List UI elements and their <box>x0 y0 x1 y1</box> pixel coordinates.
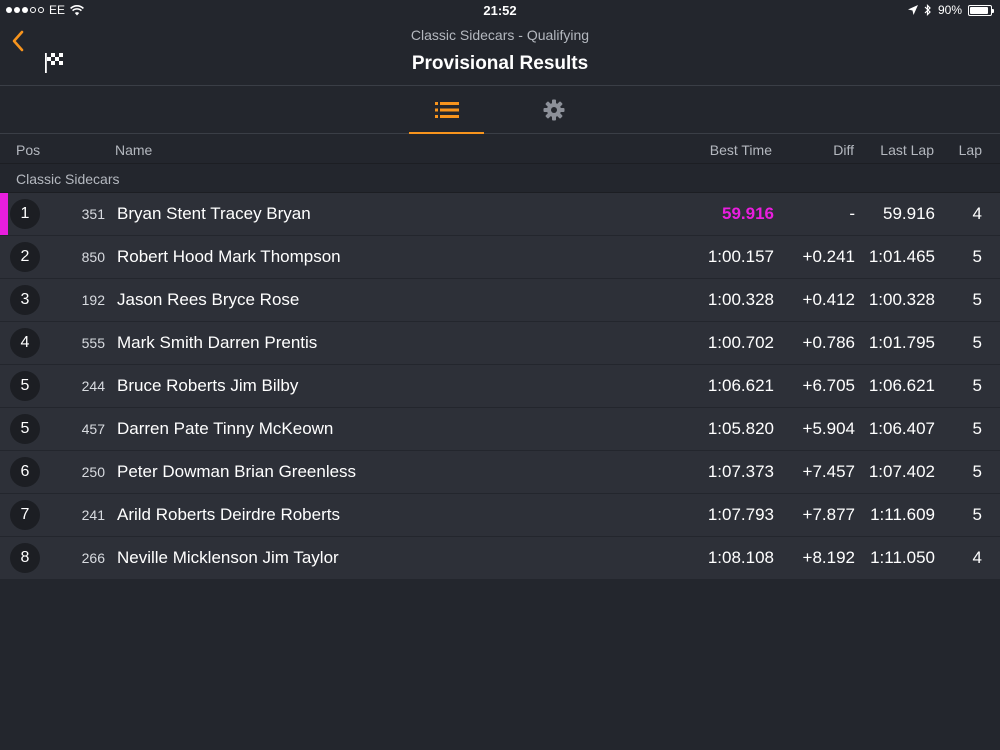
last-lap-time: 1:07.402 <box>868 462 935 481</box>
class-group-label: Classic Sidecars <box>16 171 120 187</box>
last-lap-time: 1:11.050 <box>870 548 935 567</box>
last-lap-time: 1:01.465 <box>868 247 935 266</box>
lap-count: 4 <box>972 204 982 223</box>
time-diff: +8.192 <box>802 548 855 567</box>
position-badge: 3 <box>10 285 40 315</box>
table-row[interactable]: 5 244 Bruce Roberts Jim Bilby 1:06.621 +6.70… <box>0 365 1000 408</box>
position-badge: 6 <box>10 457 40 487</box>
time-diff: +0.412 <box>802 290 855 309</box>
rider-names: Darren Pate Tinny McKeown <box>117 419 334 438</box>
location-arrow-icon <box>907 5 918 15</box>
rider-names: Neville Micklenson Jim Taylor <box>117 548 339 567</box>
last-lap-time: 59.916 <box>883 204 935 223</box>
class-group-header: Classic Sidecars <box>0 164 1000 193</box>
status-right: 90% <box>907 3 994 17</box>
table-row[interactable]: 3 192 Jason Rees Bryce Rose 1:00.328 +0.412 1… <box>0 279 1000 322</box>
last-lap-time: 1:06.621 <box>868 376 935 395</box>
best-time: 1:05.820 <box>707 419 774 438</box>
time-diff: +0.241 <box>802 247 855 266</box>
table-row[interactable]: 4 555 Mark Smith Darren Prentis 1:00.702 +0.… <box>0 322 1000 365</box>
list-icon <box>434 102 459 118</box>
time-diff: +0.786 <box>802 333 855 352</box>
header: Classic Sidecars - Qualifying Provisiona… <box>0 20 1000 86</box>
tab-settings[interactable] <box>516 86 591 134</box>
page-title: Provisional Results <box>411 53 589 74</box>
rider-names: Robert Hood Mark Thompson <box>117 247 341 266</box>
lap-count: 4 <box>972 548 982 567</box>
col-pos: Pos <box>16 142 41 158</box>
table-row[interactable]: 7 241 Arild Roberts Deirdre Roberts 1:07.79… <box>0 494 1000 537</box>
session-subtitle: Classic Sidecars - Qualifying <box>410 27 590 43</box>
race-number: 555 <box>81 335 105 351</box>
best-time: 1:06.621 <box>707 376 774 395</box>
race-number: 266 <box>81 550 105 566</box>
position-badge: 5 <box>10 414 40 444</box>
col-name: Name <box>115 142 153 158</box>
last-lap-time: 1:11.609 <box>870 505 935 524</box>
rider-names: Peter Dowman Brian Greenless <box>117 462 357 481</box>
best-time: 1:07.793 <box>707 505 774 524</box>
table-row[interactable]: 8 266 Neville Micklenson Jim Taylor 1:08.10… <box>0 537 1000 580</box>
race-number: 244 <box>81 378 105 394</box>
col-best-time: Best Time <box>709 142 772 158</box>
table-row[interactable]: 6 250 Peter Dowman Brian Greenless 1:07.373… <box>0 451 1000 494</box>
race-number: 241 <box>81 507 105 523</box>
lap-count: 5 <box>972 376 982 395</box>
bluetooth-icon <box>924 4 931 16</box>
last-lap-time: 1:00.328 <box>868 290 935 309</box>
lap-count: 5 <box>972 505 982 524</box>
race-number: 250 <box>81 464 105 480</box>
col-last-lap: Last Lap <box>880 142 934 158</box>
lap-count: 5 <box>972 290 982 309</box>
position-badge: 8 <box>10 543 40 573</box>
column-headers: Pos Name Best Time Diff Last Lap Lap <box>0 135 1000 164</box>
gear-icon <box>543 99 564 121</box>
last-lap-time: 1:01.795 <box>868 333 935 352</box>
tab-bar <box>0 86 1000 134</box>
position-badge: 7 <box>10 500 40 530</box>
best-time: 1:00.157 <box>707 247 774 266</box>
best-time: 1:07.373 <box>707 462 774 481</box>
rider-names: Bruce Roberts Jim Bilby <box>117 376 299 395</box>
table-row[interactable]: 5 457 Darren Pate Tinny McKeown 1:05.820 +5.… <box>0 408 1000 451</box>
lap-count: 5 <box>972 462 982 481</box>
fastest-lap-marker <box>0 193 8 235</box>
position-badge: 5 <box>10 371 40 401</box>
best-time: 1:00.328 <box>707 290 774 309</box>
race-number: 192 <box>81 292 105 308</box>
best-time: 1:00.702 <box>707 333 774 352</box>
rider-names: Arild Roberts Deirdre Roberts <box>117 505 340 524</box>
status-time: 21:52 <box>483 3 517 18</box>
status-bar: EE 21:52 90% <box>0 0 1000 20</box>
best-time: 59.916 <box>722 204 774 223</box>
table-row[interactable]: 2 850 Robert Hood Mark Thompson 1:00.157 +0.… <box>0 236 1000 279</box>
time-diff: +5.904 <box>802 419 855 438</box>
time-diff: - <box>849 204 855 223</box>
best-time: 1:08.108 <box>707 548 774 567</box>
race-number: 457 <box>81 421 105 437</box>
time-diff: +6.705 <box>802 376 855 395</box>
lap-count: 5 <box>972 333 982 352</box>
time-diff: +7.877 <box>802 505 855 524</box>
rider-names: Bryan Stent Tracey Bryan <box>117 204 311 223</box>
position-badge: 2 <box>10 242 40 272</box>
tab-results-list[interactable] <box>409 86 484 134</box>
position-badge: 4 <box>10 328 40 358</box>
race-number: 351 <box>81 206 105 222</box>
active-tab-indicator <box>409 132 484 134</box>
col-diff: Diff <box>833 142 854 158</box>
results-table: 1 351 Bryan Stent Tracey Bryan 59.916 - 59.91… <box>0 193 1000 580</box>
col-lap: Lap <box>958 142 982 158</box>
time-diff: +7.457 <box>802 462 855 481</box>
rider-names: Mark Smith Darren Prentis <box>117 333 318 352</box>
position-badge: 1 <box>10 199 40 229</box>
lap-count: 5 <box>972 247 982 266</box>
lap-count: 5 <box>972 419 982 438</box>
last-lap-time: 1:06.407 <box>868 419 935 438</box>
battery-percent: 90% <box>937 3 962 17</box>
battery-icon <box>968 4 994 16</box>
table-row[interactable]: 1 351 Bryan Stent Tracey Bryan 59.916 - 59.91… <box>0 193 1000 236</box>
race-number: 850 <box>81 249 105 265</box>
rider-names: Jason Rees Bryce Rose <box>117 290 300 309</box>
